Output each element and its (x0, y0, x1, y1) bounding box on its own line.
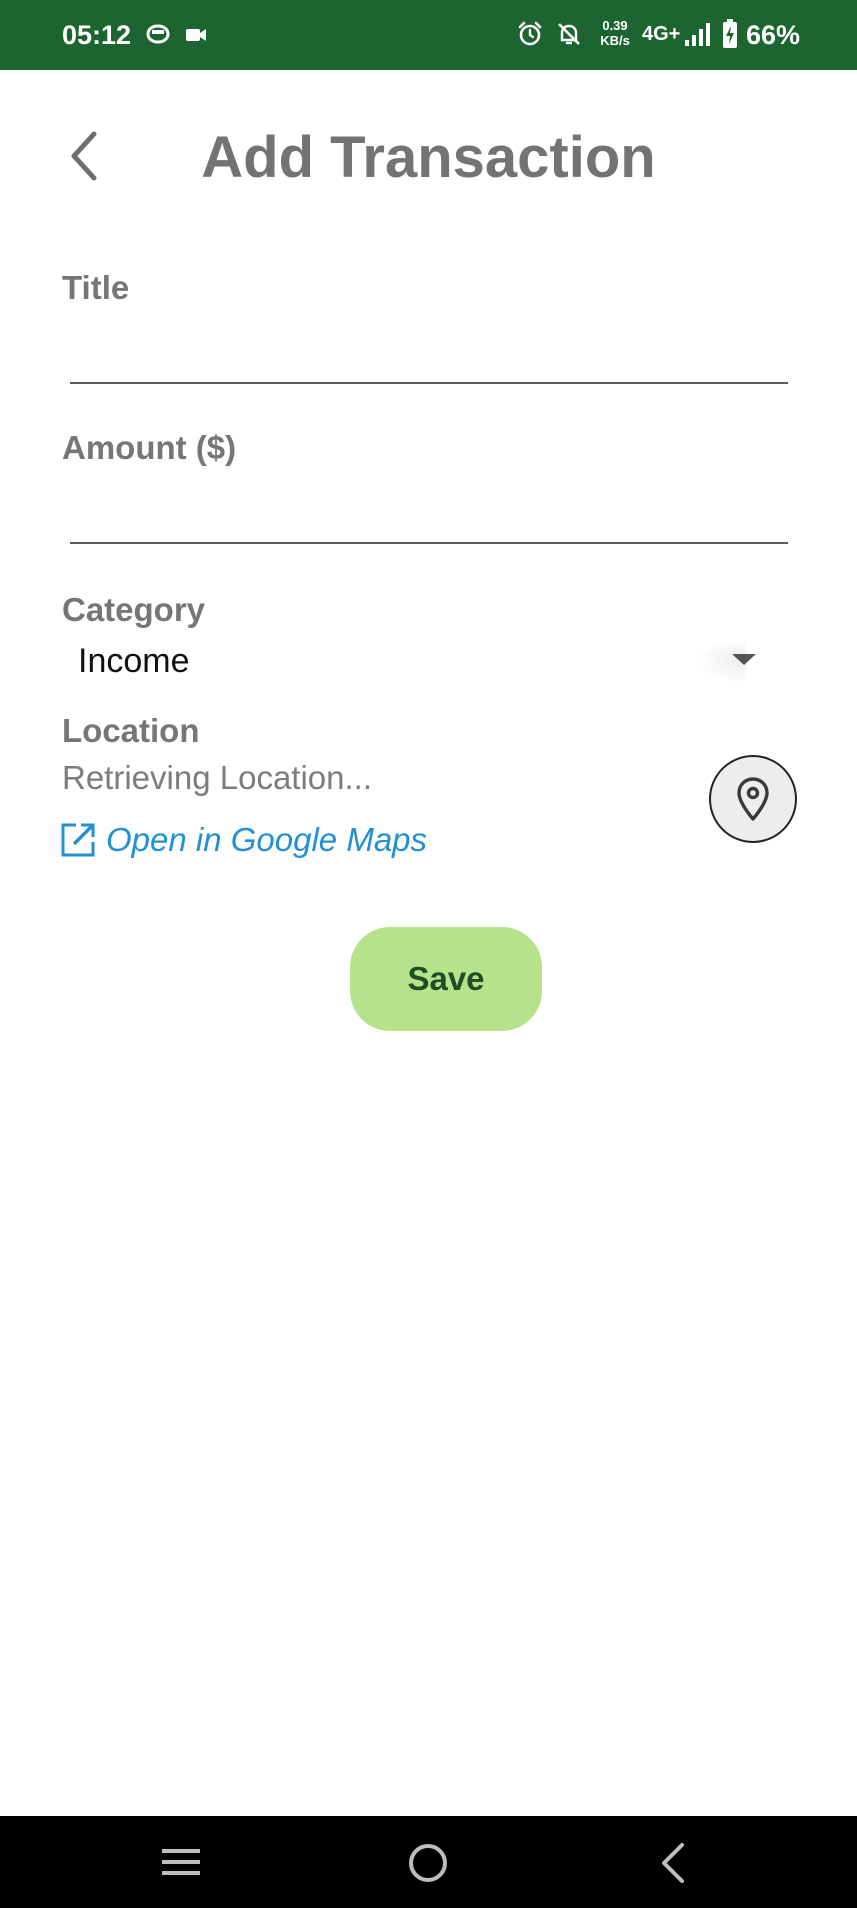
status-bar: 05:12 0.39 KB/s 4G+ 66% (0, 0, 857, 70)
page-title: Add Transaction (201, 125, 656, 190)
net-speed-value: 0.39 (602, 18, 628, 33)
navigation-bar (0, 1816, 857, 1908)
category-dropdown[interactable]: Income (62, 636, 788, 686)
title-input[interactable] (70, 332, 788, 384)
signal-icon (685, 23, 710, 46)
open-in-google-maps-link[interactable]: Open in Google Maps (60, 818, 427, 862)
notifications-off-icon (558, 23, 580, 45)
alarm-icon (518, 21, 542, 46)
chat-bubble-icon (146, 24, 170, 44)
amount-label: Amount ($) (62, 429, 237, 466)
maps-link-label: Open in Google Maps (106, 821, 428, 858)
network-type: 4G+ (642, 23, 681, 45)
battery-charging-icon (723, 19, 737, 48)
external-link-icon (61, 823, 95, 857)
dropdown-arrow-icon (732, 654, 756, 665)
location-label: Location (62, 712, 200, 749)
map-pin-icon (737, 777, 769, 821)
net-speed-unit: KB/s (600, 33, 630, 48)
net-speed: 0.39 KB/s (598, 18, 632, 48)
home-circle-icon[interactable] (406, 1841, 450, 1885)
get-location-button[interactable] (709, 755, 797, 843)
save-button[interactable]: Save (350, 927, 542, 1031)
title-label: Title (62, 269, 130, 306)
category-selected-value: Income (78, 642, 190, 680)
category-label: Category (62, 591, 206, 628)
location-status: Retrieving Location... (62, 759, 373, 796)
video-camera-icon (186, 29, 206, 41)
battery-percent: 66% (746, 20, 801, 50)
amount-input[interactable] (70, 492, 788, 544)
back-icon[interactable] (656, 1841, 692, 1885)
status-time: 05:12 (62, 20, 132, 50)
menu-icon[interactable] (160, 1843, 202, 1881)
